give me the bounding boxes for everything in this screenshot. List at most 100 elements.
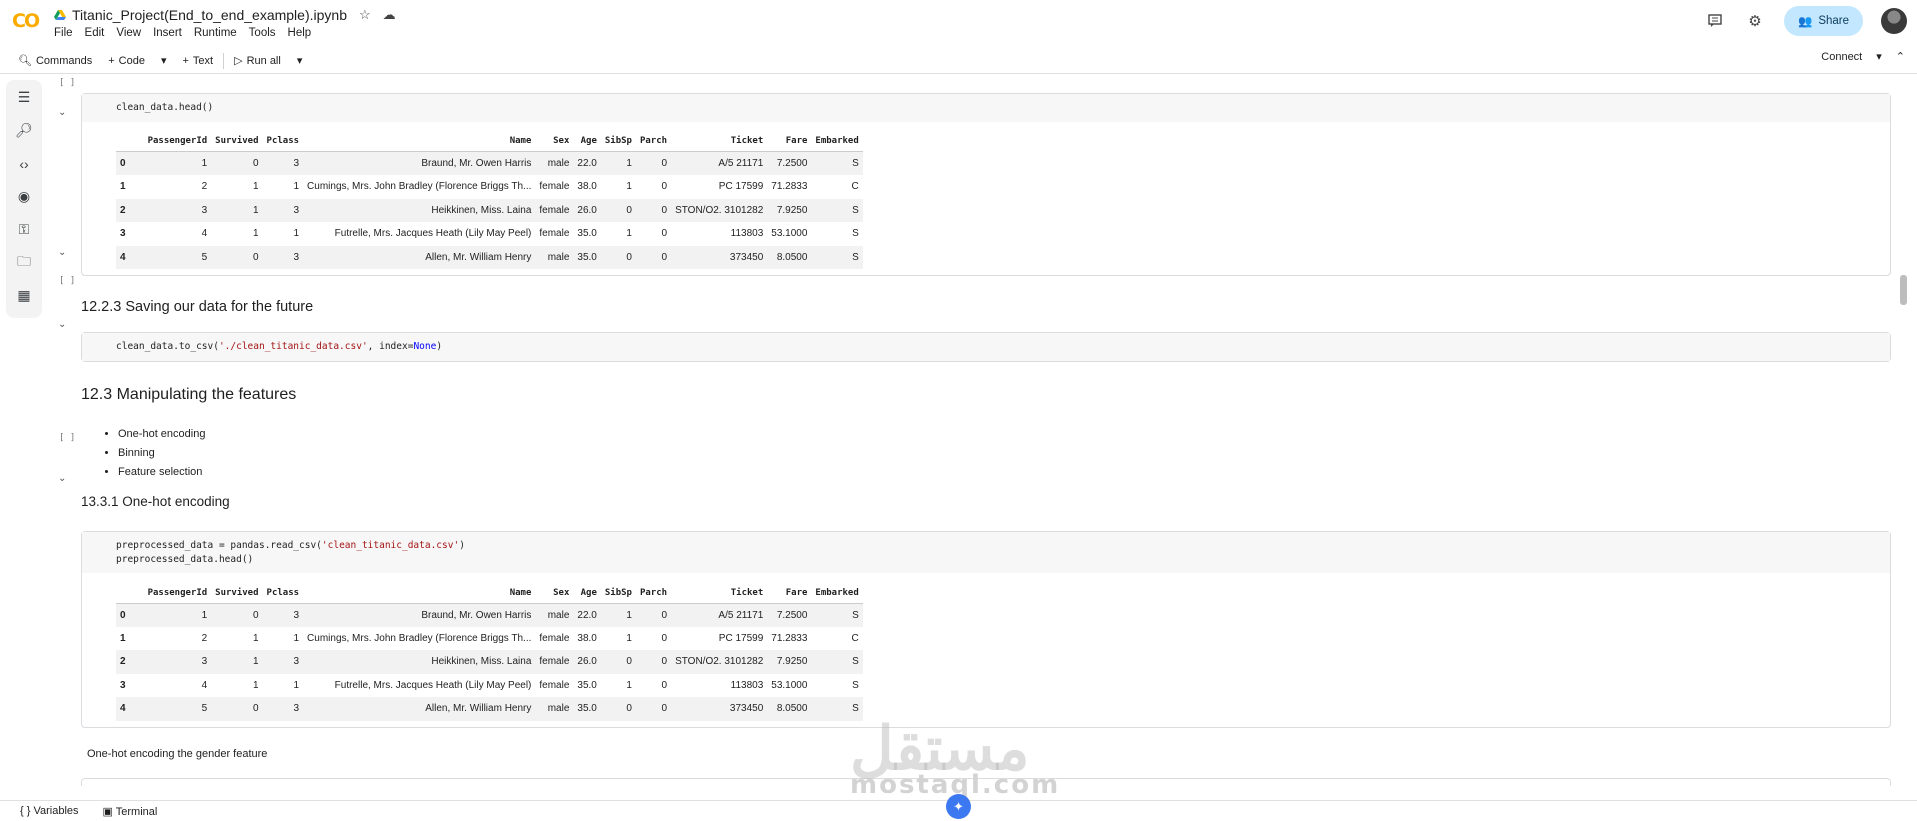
star-icon[interactable]: ☆ xyxy=(359,7,371,23)
table-cell: S xyxy=(852,679,859,691)
search-icon: 🔍︎ xyxy=(18,55,32,67)
chevron-down-icon[interactable]: ⌄ xyxy=(58,107,66,118)
table-cell: Heikkinen, Miss. Laina xyxy=(303,650,536,674)
chevron-down-icon[interactable]: ⌄ xyxy=(58,319,66,330)
table-cell: 0 xyxy=(635,650,672,674)
table-icon[interactable]: ▦ xyxy=(13,286,35,305)
table-cell: A/5 21171 xyxy=(671,603,768,627)
table-row: 4 5 0 3 Allen, Mr. William Henry male 35.0 0 0 37… xyxy=(116,697,863,721)
code-cell-3[interactable]: preprocessed_data = pandas.read_csv('cle… xyxy=(81,531,1891,728)
gear-icon[interactable]: ⚙ xyxy=(1744,10,1766,32)
chevron-down-icon[interactable]: ⌄ xyxy=(58,473,66,484)
commands-button[interactable]: 🔍︎ Commands xyxy=(10,50,100,72)
terminal-button[interactable]: ▣ Terminal xyxy=(103,805,158,818)
cell2-run-marker[interactable]: [ ] xyxy=(59,276,75,286)
code-string: 'clean_titanic_data.csv' xyxy=(321,540,460,551)
table-cell: Cumings, Mrs. John Bradley (Florence Bri… xyxy=(307,632,532,644)
gemini-icon[interactable]: ✦ xyxy=(946,794,971,819)
share-button[interactable]: 👥 Share xyxy=(1783,6,1863,36)
cloud-icon[interactable]: ☁ xyxy=(383,7,396,23)
table-row: 1 2 1 1 Cumings, Mrs. John Bradley (Florence… xyxy=(116,627,863,651)
table-cell: S xyxy=(811,603,863,627)
cell2-source[interactable]: clean_data.to_csv('./clean_titanic_data.… xyxy=(82,333,1890,361)
table-cell: 3 xyxy=(262,697,304,721)
caret-down-icon[interactable]: ▾ xyxy=(1876,50,1882,63)
collapse-icon[interactable]: ⌃ xyxy=(1896,50,1905,63)
add-code-button[interactable]: + Code xyxy=(100,50,153,72)
play-icon: ▷ xyxy=(234,55,243,67)
table-cell: 1 xyxy=(120,181,126,193)
table-row: 3 4 1 1 Futrelle, Mrs. Jacques Heath (Lily M… xyxy=(116,674,863,698)
table-cell: 373450 xyxy=(671,697,768,721)
section-heading-1: 12.2.3 Saving our data for the future xyxy=(81,299,314,315)
run-all-button[interactable]: ▷ Run all xyxy=(226,50,289,72)
code-text: ) xyxy=(436,341,443,352)
code-cell-1[interactable]: clean_data.head() PassengerId Survived P… xyxy=(81,93,1891,276)
key-icon[interactable]: ⚿ xyxy=(13,220,35,239)
table-cell: PC 17599 xyxy=(718,632,764,644)
menu-edit[interactable]: Edit xyxy=(85,27,105,39)
list-item: One-hot encoding xyxy=(118,425,205,444)
table-cell: female xyxy=(539,181,570,193)
table-cell: 3 xyxy=(120,679,126,691)
table-cell: male xyxy=(535,245,574,269)
table-cell: female xyxy=(539,632,570,644)
variables-eye-icon[interactable]: ◉ xyxy=(13,187,35,206)
connect-button[interactable]: Connect xyxy=(1821,51,1862,63)
section-heading-3: 13.3.1 One-hot encoding xyxy=(81,494,230,509)
table-cell: 35.0 xyxy=(577,228,597,240)
list-item: Binning xyxy=(118,444,205,463)
variables-button[interactable]: { } Variables xyxy=(20,805,79,817)
table-cell: 3 xyxy=(143,198,212,222)
col-index xyxy=(116,131,144,152)
add-text-button[interactable]: + Text xyxy=(174,50,221,72)
connect-area: Connect ▾ ⌃ xyxy=(1821,50,1905,64)
col-age: Age xyxy=(573,131,601,152)
table-cell: 1 xyxy=(626,228,632,240)
cell1-run-marker[interactable]: [ ] xyxy=(59,78,75,88)
table-cell: 1 xyxy=(211,650,263,674)
code-snippets-icon[interactable]: ‹› xyxy=(13,154,35,173)
table-cell: 1 xyxy=(293,228,300,240)
comments-icon[interactable] xyxy=(1704,10,1726,32)
col-survived: Survived xyxy=(211,131,263,152)
col-embarked: Embarked xyxy=(811,131,863,152)
table-row: 2 3 1 3 Heikkinen, Miss. Laina female 26.0 0 0 ST… xyxy=(116,198,863,222)
table-cell: STON/O2. 3101282 xyxy=(671,198,768,222)
cell3-run-marker[interactable]: [ ] xyxy=(59,433,75,443)
menu-tools[interactable]: Tools xyxy=(249,27,276,39)
menu-file[interactable]: File xyxy=(54,27,73,39)
table-cell: 1 xyxy=(143,151,212,175)
notebook-title[interactable]: Titanic_Project(End_to_end_example).ipyn… xyxy=(72,7,347,23)
table-cell: 1 xyxy=(252,679,259,691)
cell1-source[interactable]: clean_data.head() xyxy=(82,94,1890,122)
table-cell: Braund, Mr. Owen Harris xyxy=(303,603,536,627)
toc-icon[interactable]: ☰ xyxy=(13,88,35,107)
table-cell: S xyxy=(852,228,859,240)
table-cell: 0 xyxy=(211,245,263,269)
table-cell: 2 xyxy=(201,181,208,193)
table-cell: 0 xyxy=(211,151,263,175)
code-text: , index= xyxy=(367,341,414,352)
cell3-source[interactable]: preprocessed_data = pandas.read_csv('cle… xyxy=(82,532,1890,573)
terminal-icon: ▣ xyxy=(102,805,113,818)
find-icon[interactable]: 🔎︎ xyxy=(13,121,35,140)
table-cell: 1 xyxy=(626,679,632,691)
table-cell: 0 xyxy=(635,198,672,222)
table-cell: 26.0 xyxy=(573,198,601,222)
menu-help[interactable]: Help xyxy=(288,27,312,39)
col-age: Age xyxy=(573,583,601,604)
run-all-dropdown[interactable]: ▾ xyxy=(289,50,311,72)
avatar[interactable] xyxy=(1881,8,1907,34)
code-dropdown[interactable]: ▾ xyxy=(153,50,175,72)
table-cell: female xyxy=(535,650,574,674)
menu-view[interactable]: View xyxy=(116,27,141,39)
chevron-down-icon[interactable]: ⌄ xyxy=(58,247,66,258)
table-cell: 0 xyxy=(116,603,144,627)
code-cell-2[interactable]: clean_data.to_csv('./clean_titanic_data.… xyxy=(81,332,1891,362)
table-cell: male xyxy=(535,151,574,175)
menu-insert[interactable]: Insert xyxy=(153,27,182,39)
menu-runtime[interactable]: Runtime xyxy=(194,27,237,39)
colab-logo[interactable]: CO xyxy=(12,10,40,32)
folder-icon[interactable]: 🗀 xyxy=(13,253,35,272)
